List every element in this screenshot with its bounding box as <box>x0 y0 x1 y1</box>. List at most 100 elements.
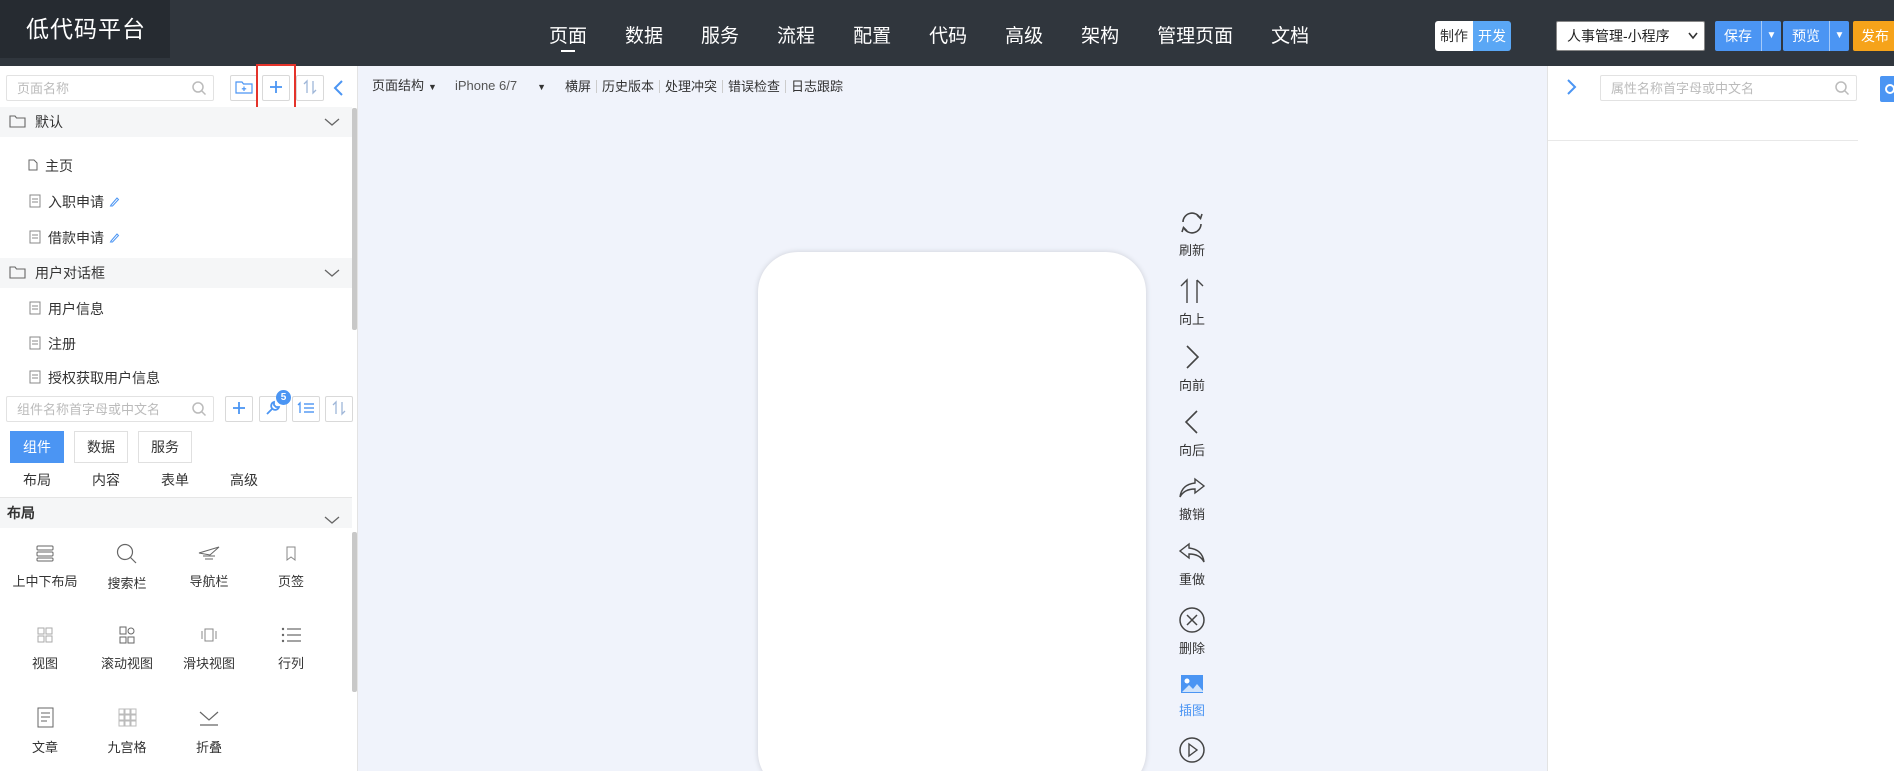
folder-add-icon <box>235 79 253 98</box>
preview-button[interactable]: 预览 <box>1783 21 1829 51</box>
nav-docs[interactable]: 文档 <box>1252 0 1328 66</box>
nav-advanced[interactable]: 高级 <box>986 0 1062 66</box>
mode-make-button[interactable]: 制作 <box>1435 21 1473 51</box>
chevron-down-icon[interactable] <box>324 506 340 536</box>
gear-icon <box>1880 84 1894 105</box>
component-collapse[interactable]: 折叠 <box>168 706 250 756</box>
reply-arrow-icon <box>1170 541 1214 565</box>
properties-panel <box>1547 66 1894 771</box>
page-item-home[interactable]: 主页 <box>0 151 352 181</box>
delete-button[interactable]: 删除 <box>1170 606 1214 657</box>
history-versions-button[interactable]: 历史版本 <box>595 80 659 93</box>
chevron-right-icon <box>1170 343 1214 371</box>
property-search-input[interactable] <box>1601 76 1856 100</box>
error-check-button[interactable]: 错误检查 <box>721 80 785 93</box>
move-up-button[interactable]: 向上 <box>1170 277 1214 328</box>
move-backward-button[interactable]: 向后 <box>1170 408 1214 459</box>
page-search-input[interactable] <box>7 76 213 100</box>
component-nav-bar[interactable]: 导航栏 <box>168 542 250 590</box>
settings-button[interactable] <box>1880 76 1894 102</box>
paper-plane-icon <box>168 542 250 564</box>
nav-config[interactable]: 配置 <box>834 0 910 66</box>
play-button[interactable] <box>1170 736 1214 768</box>
insert-image-button[interactable]: 插图 <box>1170 672 1214 719</box>
save-dropdown-icon[interactable]: ▼ <box>1761 21 1781 51</box>
page-icon <box>29 370 41 387</box>
page-group-default[interactable]: 默认 <box>0 107 352 137</box>
new-folder-button[interactable] <box>230 75 258 101</box>
nav-page[interactable]: 页面 <box>530 0 606 66</box>
collapse-left-panel-icon[interactable] <box>332 78 346 101</box>
page-item-user-info[interactable]: 用户信息 <box>0 294 352 324</box>
move-forward-button[interactable]: 向前 <box>1170 343 1214 394</box>
pages-scrollbar[interactable] <box>352 108 357 330</box>
page-group-user-dialog[interactable]: 用户对话框 <box>0 258 352 288</box>
preview-dropdown-icon[interactable]: ▼ <box>1829 21 1849 51</box>
nav-architecture[interactable]: 架构 <box>1062 0 1138 66</box>
resolve-conflict-button[interactable]: 处理冲突 <box>658 80 722 93</box>
component-grid[interactable]: 九宫格 <box>86 706 168 756</box>
chevron-down-icon[interactable] <box>324 266 340 282</box>
page-item-onboarding[interactable]: 入职申请 <box>0 187 352 217</box>
nav-flow[interactable]: 流程 <box>758 0 834 66</box>
tab-services[interactable]: 服务 <box>138 431 192 463</box>
component-label: 视图 <box>31 656 58 671</box>
component-row-col[interactable]: 行列 <box>250 624 332 672</box>
tab-components[interactable]: 组件 <box>10 431 64 463</box>
subtab-form[interactable]: 表单 <box>161 470 189 490</box>
page-item-auth-user-info[interactable]: 授权获取用户信息 <box>0 363 352 393</box>
page-item-label: 主页 <box>45 158 73 174</box>
subtab-content[interactable]: 内容 <box>92 470 120 490</box>
double-arrow-up-icon <box>1170 277 1214 305</box>
component-label: 页签 <box>277 574 304 589</box>
sort-pages-button[interactable] <box>296 75 324 101</box>
phone-preview-frame[interactable] <box>758 252 1146 771</box>
page-structure-label: 页面结构 <box>372 78 425 93</box>
component-layout-tmb[interactable]: 上中下布局 <box>4 542 86 590</box>
edit-pencil-icon[interactable] <box>109 194 120 210</box>
log-trace-button[interactable]: 日志跟踪 <box>785 80 848 93</box>
component-label: 滑块视图 <box>182 656 235 671</box>
edit-pencil-icon[interactable] <box>109 230 120 246</box>
grid-icon <box>86 706 168 730</box>
page-item-label: 入职申请 <box>48 194 104 210</box>
component-view[interactable]: 视图 <box>4 624 86 672</box>
add-component-button[interactable] <box>225 396 253 422</box>
undo-button[interactable]: 撤销 <box>1170 476 1214 523</box>
folder-icon <box>9 114 26 131</box>
publish-button[interactable]: 发布 <box>1853 21 1894 51</box>
nav-service[interactable]: 服务 <box>682 0 758 66</box>
tab-data[interactable]: 数据 <box>74 431 128 463</box>
component-section-layout[interactable]: 布局 <box>0 498 352 528</box>
component-swiper[interactable]: 滑块视图 <box>168 624 250 672</box>
redo-button[interactable]: 重做 <box>1170 541 1214 588</box>
component-search-input[interactable] <box>7 397 213 421</box>
component-subtabs: 布局 内容 表单 高级 <box>0 463 352 498</box>
mode-toggle: 制作 开发 <box>1435 21 1511 51</box>
save-button[interactable]: 保存 <box>1715 21 1761 51</box>
nav-code[interactable]: 代码 <box>910 0 986 66</box>
collapse-icon <box>168 706 250 730</box>
page-structure-dropdown[interactable]: 页面结构 ▼ <box>372 79 442 94</box>
landscape-button[interactable]: 横屏 <box>560 80 596 93</box>
component-tab-bar[interactable]: 页签 <box>250 542 332 590</box>
component-scroll-view[interactable]: 滚动视图 <box>86 624 168 672</box>
nav-admin-pages[interactable]: 管理页面 <box>1138 0 1252 66</box>
device-select[interactable]: iPhone 6/7 ▼ <box>450 79 560 94</box>
component-list-button[interactable] <box>292 396 320 422</box>
chevron-down-icon[interactable] <box>324 115 340 131</box>
sort-components-button[interactable] <box>325 396 353 422</box>
nav-data[interactable]: 数据 <box>606 0 682 66</box>
expand-right-panel-icon[interactable] <box>1564 77 1578 100</box>
project-select[interactable]: 人事管理-小程序 <box>1556 21 1705 51</box>
page-item-register[interactable]: 注册 <box>0 329 352 359</box>
page-icon <box>29 230 41 247</box>
subtab-layout[interactable]: 布局 <box>23 470 51 490</box>
component-search-bar[interactable]: 搜索栏 <box>86 542 168 592</box>
refresh-button[interactable]: 刷新 <box>1170 210 1214 259</box>
subtab-advanced[interactable]: 高级 <box>230 470 258 490</box>
component-article[interactable]: 文章 <box>4 706 86 756</box>
mode-dev-button[interactable]: 开发 <box>1473 21 1511 51</box>
components-scrollbar[interactable] <box>352 532 357 692</box>
page-item-loan[interactable]: 借款申请 <box>0 223 352 253</box>
